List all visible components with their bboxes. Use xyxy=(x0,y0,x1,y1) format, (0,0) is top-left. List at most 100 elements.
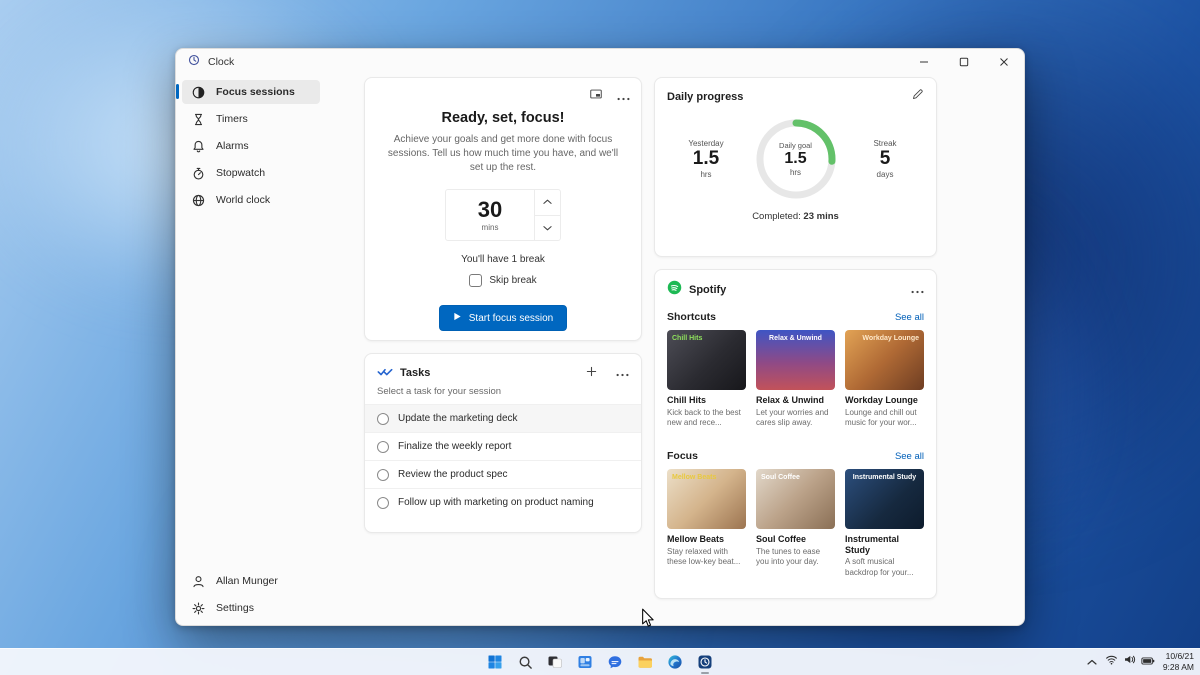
playlist-tile[interactable]: Mellow Beats Mellow Beats Stay relaxed w… xyxy=(667,468,746,589)
yesterday-value: 1.5 xyxy=(692,148,720,170)
spotify-logo-icon xyxy=(667,280,682,300)
sidebar-item-label: Stopwatch xyxy=(216,167,266,179)
streak-value: 5 xyxy=(879,148,891,170)
playlist-desc: Let your worries and cares slip away. xyxy=(756,407,829,428)
start-button[interactable] xyxy=(483,650,507,674)
playlist-tile[interactable]: Chill Hits Chill Hits Kick back to the b… xyxy=(667,330,746,439)
mouse-cursor xyxy=(642,608,654,627)
file-explorer-button[interactable] xyxy=(633,650,657,674)
widgets-button[interactable] xyxy=(573,650,597,674)
gear-icon xyxy=(190,601,206,616)
playlist-cover: Mellow Beats xyxy=(667,468,746,529)
streak-stat: Streak 5 days xyxy=(858,139,912,179)
increase-minutes-button[interactable] xyxy=(535,190,560,216)
task-radio[interactable] xyxy=(377,468,389,481)
sidebar: Focus sessions Timers Alarms Stopwatch W… xyxy=(176,75,326,625)
task-row[interactable]: Finalize the weekly report xyxy=(365,432,641,460)
chat-button[interactable] xyxy=(603,650,627,674)
break-note: You'll have 1 break xyxy=(461,254,545,265)
tasks-card: Tasks Select a task for your session Upd… xyxy=(364,353,642,533)
playlist-cover: Instrumental Study xyxy=(845,468,924,529)
titlebar[interactable]: Clock xyxy=(176,49,1024,75)
clock-app-taskbar-button[interactable] xyxy=(693,650,717,674)
playlist-cover: Workday Lounge xyxy=(845,330,924,390)
task-radio[interactable] xyxy=(377,412,389,425)
completed-value: 23 mins xyxy=(803,211,839,222)
sidebar-item-alarms[interactable]: Alarms xyxy=(182,134,320,158)
shortcuts-see-all-link[interactable]: See all xyxy=(895,312,924,323)
spotify-more-options-icon[interactable] xyxy=(911,281,924,299)
play-icon xyxy=(453,312,462,324)
focus-session-card: Ready, set, focus! Achieve your goals an… xyxy=(364,77,642,341)
task-row[interactable]: Review the product spec xyxy=(365,460,641,488)
playlist-cover-text: Mellow Beats xyxy=(672,473,717,481)
playlist-name: Soul Coffee xyxy=(756,533,807,544)
close-button[interactable] xyxy=(984,49,1024,75)
sidebar-item-label: Focus sessions xyxy=(216,86,295,98)
shortcuts-section-label: Shortcuts xyxy=(667,311,717,323)
task-row[interactable]: Follow up with marketing on product nami… xyxy=(365,488,641,516)
clock-app-icon xyxy=(188,53,200,71)
start-focus-session-label: Start focus session xyxy=(468,312,554,324)
sidebar-item-focus-sessions[interactable]: Focus sessions xyxy=(176,80,320,104)
tasks-more-options-icon[interactable] xyxy=(616,364,629,382)
playlist-tile[interactable]: Relax & Unwind Relax & Unwind Let your w… xyxy=(756,330,835,439)
focus-see-all-link[interactable]: See all xyxy=(895,451,924,462)
sidebar-item-world-clock[interactable]: World clock xyxy=(182,188,320,212)
search-button[interactable] xyxy=(513,650,537,674)
tasks-subtitle: Select a task for your session xyxy=(377,386,502,397)
playlist-desc: Lounge and chill out music for your wor.… xyxy=(845,407,917,428)
edge-button[interactable] xyxy=(663,650,687,674)
completed-line: Completed: 23 mins xyxy=(655,211,936,222)
volume-icon[interactable] xyxy=(1123,653,1136,671)
task-label: Follow up with marketing on product nami… xyxy=(398,497,594,508)
playlist-tile[interactable]: Workday Lounge Workday Lounge Lounge and… xyxy=(845,330,924,439)
taskbar-clock[interactable]: 10/6/21 9:28 AM xyxy=(1163,651,1194,673)
hidden-icons-chevron[interactable] xyxy=(1087,653,1097,671)
daily-progress-card: Daily progress Yesterday 1.5 hrs Daily g… xyxy=(654,77,937,257)
taskbar: 10/6/21 9:28 AM xyxy=(0,648,1200,675)
more-options-icon[interactable] xyxy=(617,88,630,106)
daily-goal-value: 1.5 xyxy=(784,149,807,167)
start-focus-session-button[interactable]: Start focus session xyxy=(438,305,568,331)
skip-break-checkbox[interactable] xyxy=(469,274,483,287)
sidebar-item-stopwatch[interactable]: Stopwatch xyxy=(182,161,320,185)
playlist-desc: A soft musical backdrop for your... xyxy=(845,557,914,577)
playlist-desc: Kick back to the best new and rece... xyxy=(667,407,741,428)
compact-overlay-icon[interactable] xyxy=(589,87,603,106)
playlist-cover-text: Chill Hits xyxy=(672,335,703,342)
task-row[interactable]: Update the marketing deck xyxy=(365,404,641,432)
sidebar-item-settings[interactable]: Settings xyxy=(182,596,320,620)
daily-goal-label: Daily goal xyxy=(779,140,812,150)
task-label: Finalize the weekly report xyxy=(398,441,512,452)
hourglass-icon xyxy=(190,112,206,127)
sidebar-item-timers[interactable]: Timers xyxy=(182,107,320,131)
streak-unit: days xyxy=(876,169,894,179)
task-radio[interactable] xyxy=(377,440,389,453)
daily-progress-title: Daily progress xyxy=(667,91,744,103)
sidebar-item-label: Alarms xyxy=(216,140,249,152)
decrease-minutes-button[interactable] xyxy=(535,216,560,241)
wifi-icon[interactable] xyxy=(1105,653,1118,671)
maximize-button[interactable] xyxy=(944,49,984,75)
battery-icon[interactable] xyxy=(1141,653,1155,671)
edit-goal-pencil-icon[interactable] xyxy=(911,88,924,106)
task-radio[interactable] xyxy=(377,496,389,509)
sidebar-user[interactable]: Allan Munger xyxy=(182,569,320,593)
playlist-cover: Chill Hits xyxy=(667,330,746,390)
completed-label: Completed: xyxy=(752,211,801,222)
minimize-button[interactable] xyxy=(904,49,944,75)
sidebar-item-label: World clock xyxy=(216,194,271,206)
daily-goal-ring: Daily goal 1.5 hrs xyxy=(753,116,839,202)
minutes-value[interactable]: 30 xyxy=(478,198,502,221)
playlist-name: Relax & Unwind xyxy=(756,395,825,405)
playlist-tile[interactable]: Instrumental Study Instrumental Study A … xyxy=(845,468,924,589)
system-tray-icons[interactable] xyxy=(1105,653,1155,671)
add-task-icon[interactable] xyxy=(586,364,597,382)
playlist-desc: The tunes to ease you into your day. xyxy=(756,546,821,566)
todo-check-icon xyxy=(377,364,393,382)
task-view-button[interactable] xyxy=(543,650,567,674)
playlist-tile[interactable]: Soul Coffee Soul Coffee The tunes to eas… xyxy=(756,468,835,589)
settings-label: Settings xyxy=(216,602,254,614)
skip-break-row[interactable]: Skip break xyxy=(469,274,537,287)
